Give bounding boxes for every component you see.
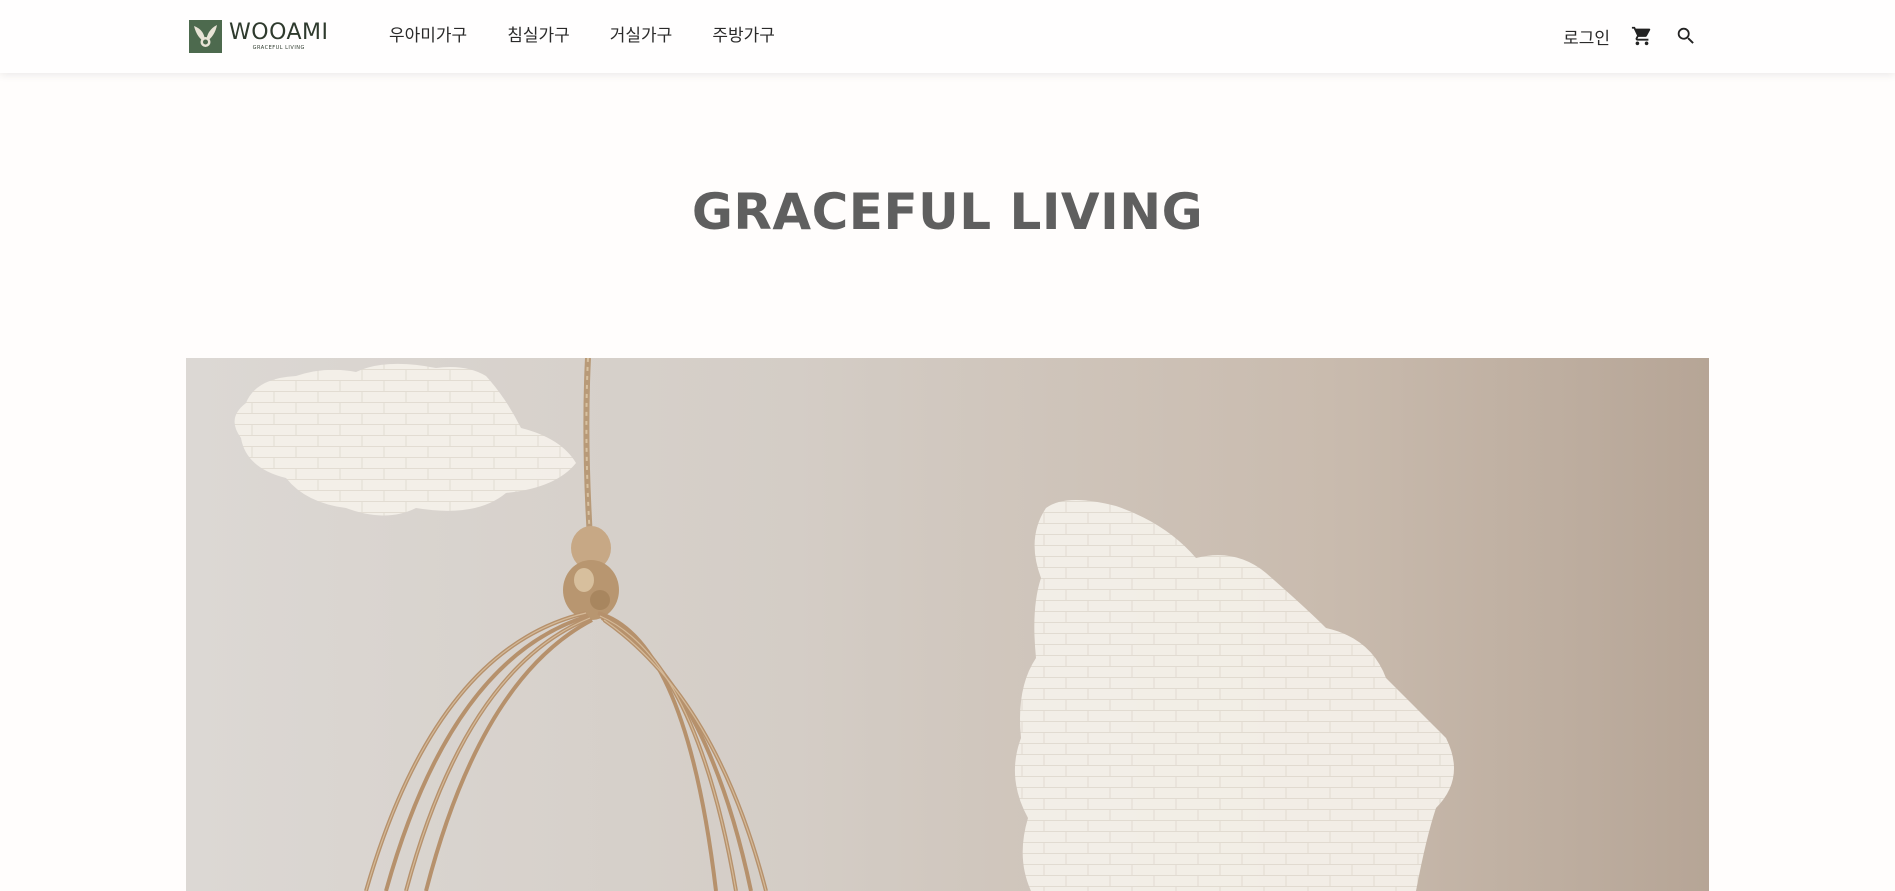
nav-item-kitchen[interactable]: 주방가구 xyxy=(712,23,775,49)
main-nav: 우아미가구 침실가구 거실가구 주방가구 xyxy=(389,23,815,49)
brand-logo[interactable]: WOOAMI GRACEFUL LIVING xyxy=(189,19,329,54)
search-icon[interactable] xyxy=(1674,24,1698,48)
nav-item-bedroom[interactable]: 침실가구 xyxy=(507,23,570,49)
hero-image xyxy=(186,358,1709,891)
logo-mark-icon xyxy=(189,20,222,53)
logo-tagline: GRACEFUL LIVING xyxy=(252,45,305,51)
utility-menu: 로그인 xyxy=(1563,22,1698,50)
logo-text: WOOAMI GRACEFUL LIVING xyxy=(229,22,329,51)
cart-icon[interactable] xyxy=(1630,24,1654,48)
logo-wordmark: WOOAMI xyxy=(229,20,329,45)
site-header: WOOAMI GRACEFUL LIVING 우아미가구 침실가구 거실가구 주… xyxy=(0,0,1895,73)
nav-item-wooami[interactable]: 우아미가구 xyxy=(389,23,467,49)
hero-title: GRACEFUL LIVING xyxy=(691,183,1204,241)
login-link[interactable]: 로그인 xyxy=(1563,24,1610,49)
nav-item-living-room[interactable]: 거실가구 xyxy=(610,23,673,49)
